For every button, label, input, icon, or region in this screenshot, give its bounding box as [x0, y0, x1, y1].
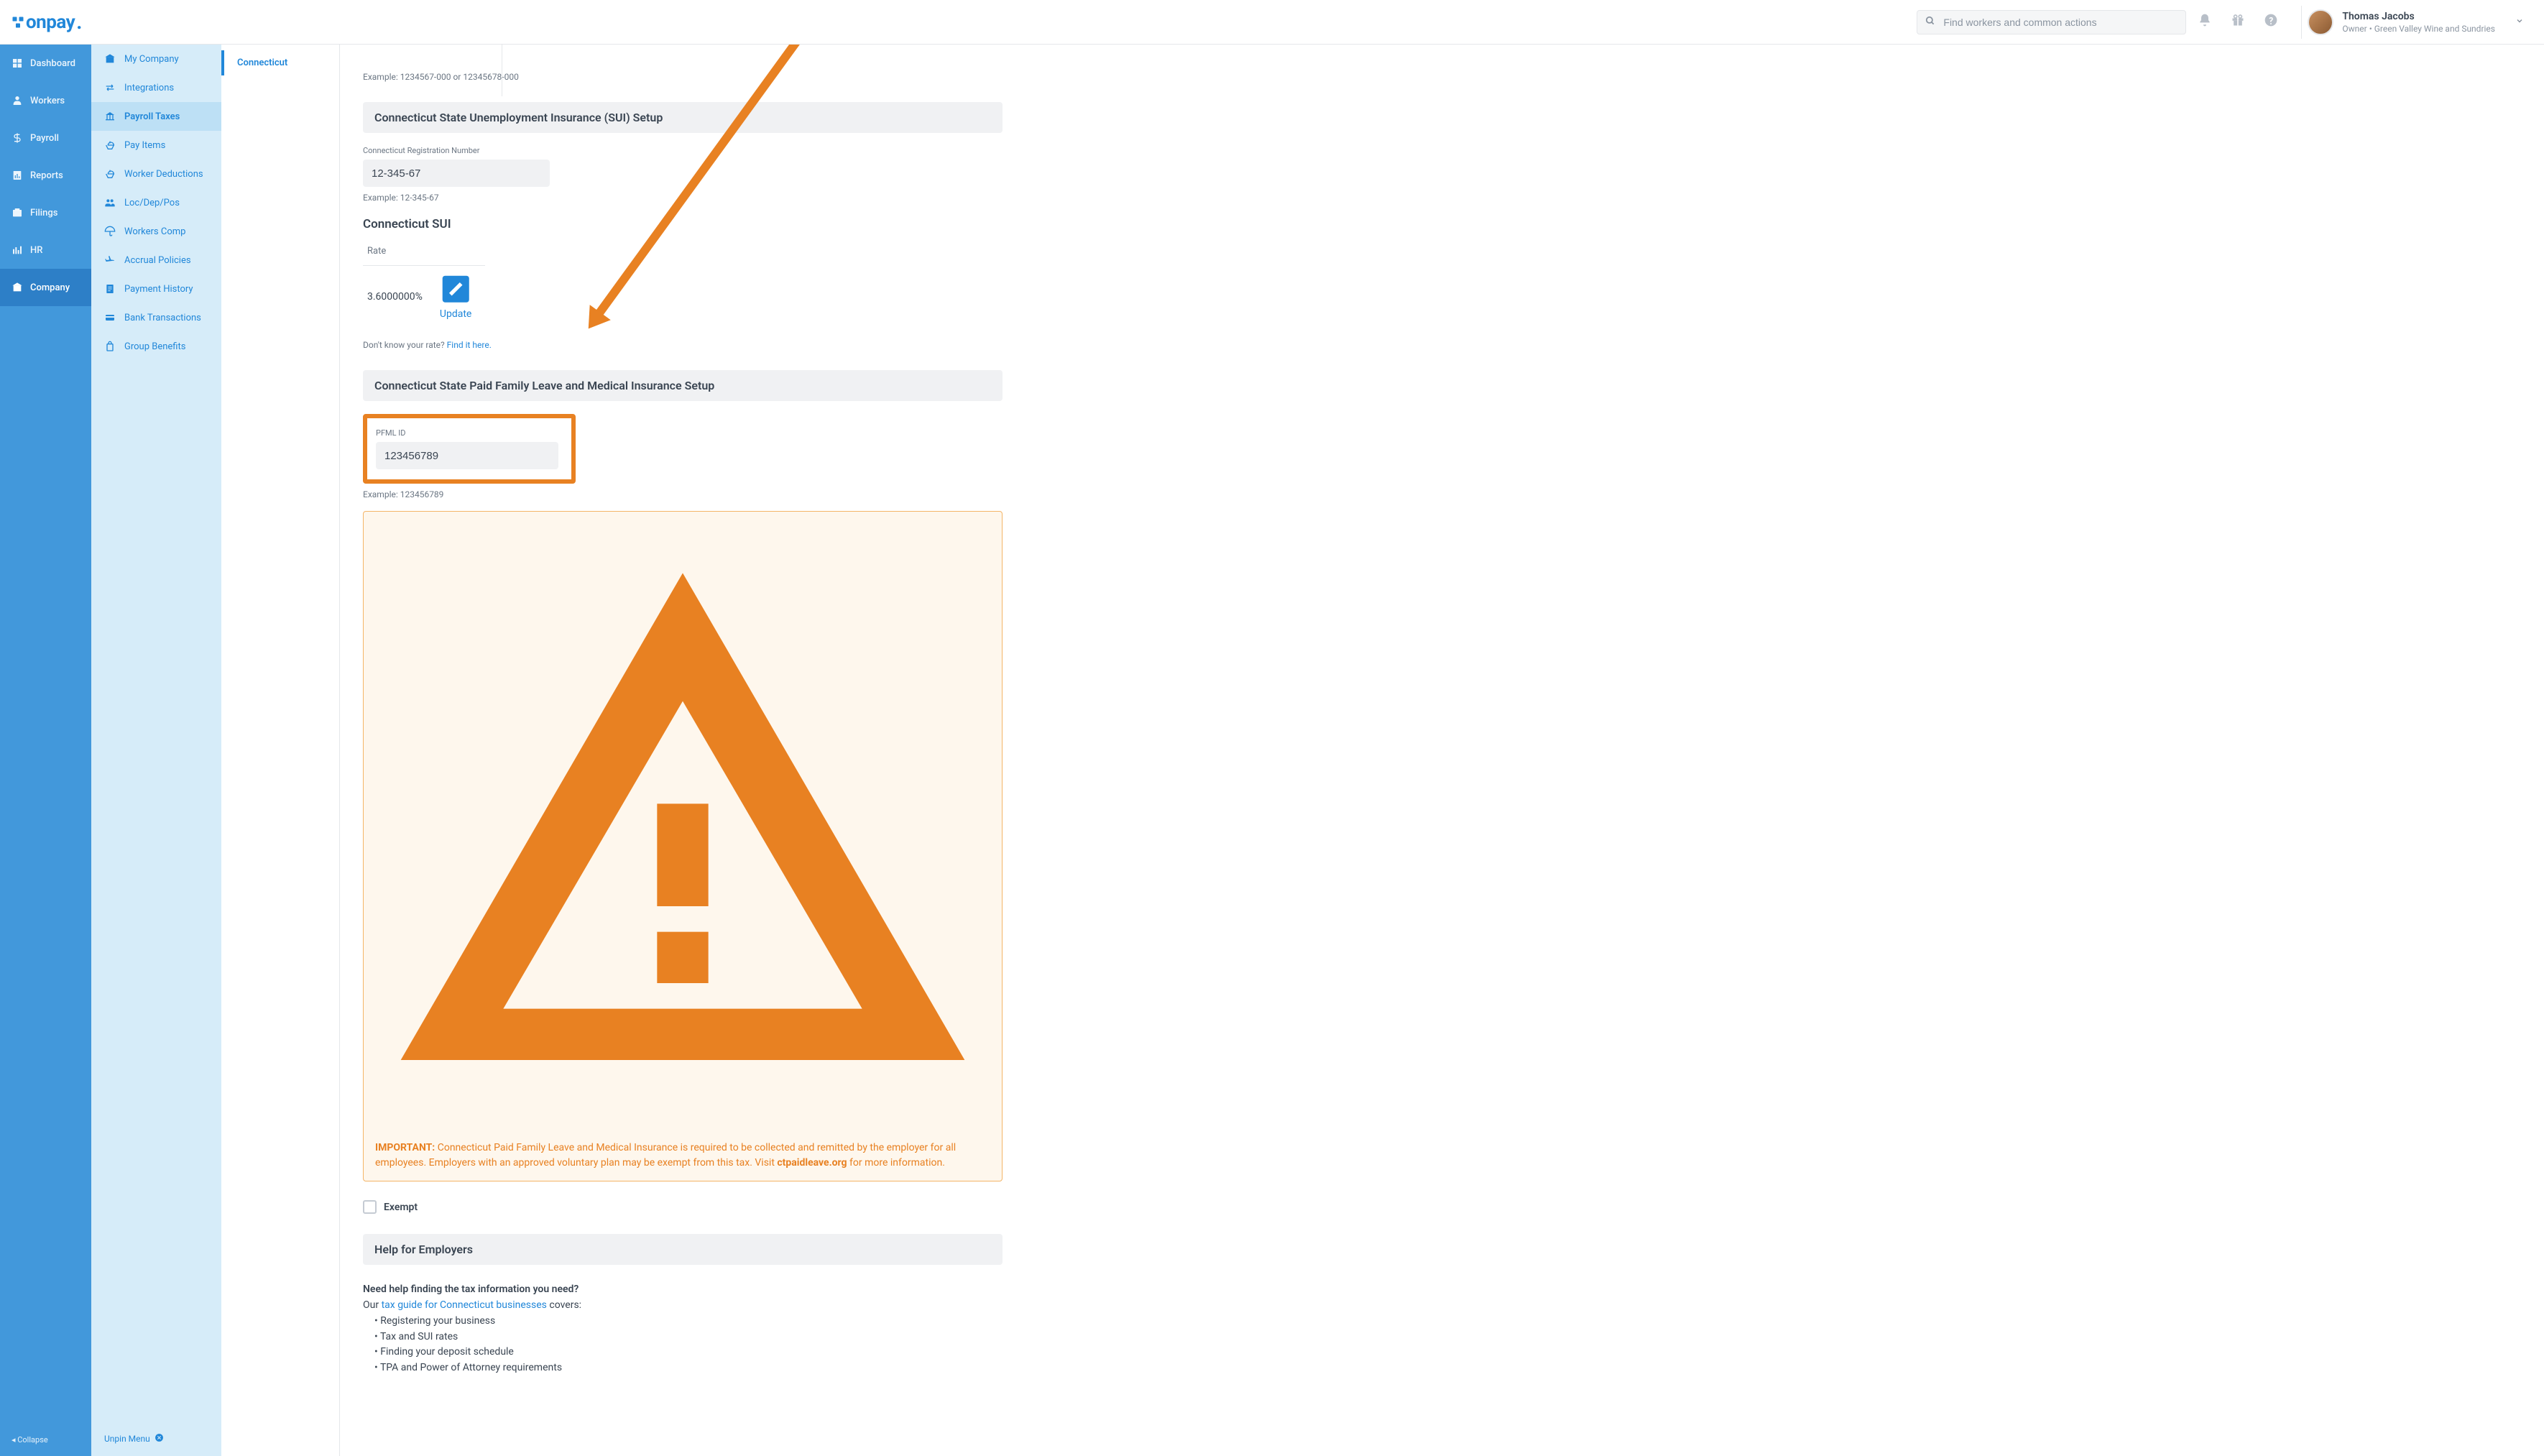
hr-icon [11, 244, 23, 256]
store-icon [104, 53, 116, 65]
deductions-icon [104, 168, 116, 180]
user-role: Owner • Green Valley Wine and Sundries [2342, 24, 2495, 34]
plane-icon [104, 254, 116, 266]
update-rate-link[interactable]: Update [440, 273, 471, 320]
list-item: Registering your business [374, 1314, 1003, 1330]
payroll-icon [11, 132, 23, 144]
search-input[interactable] [1917, 10, 2186, 34]
gift-icon[interactable] [2231, 13, 2245, 31]
tertiary-connecticut[interactable]: Connecticut [221, 50, 339, 75]
logo-text: onpay [26, 11, 75, 33]
logo-icon [11, 16, 24, 29]
nav-workers[interactable]: Workers [0, 82, 91, 119]
exempt-label: Exempt [384, 1202, 418, 1213]
help-body: Need help finding the tax information yo… [363, 1282, 1003, 1376]
important-alert: IMPORTANT: Connecticut Paid Family Leave… [363, 511, 1003, 1181]
exempt-row: Exempt [363, 1200, 1003, 1214]
pfml-id-input[interactable] [376, 442, 558, 469]
edit-icon [440, 273, 471, 307]
primary-sidebar: Dashboard Workers Payroll Reports Filing… [0, 45, 91, 1456]
search-box [1917, 10, 2186, 34]
reg-number-input[interactable] [363, 160, 550, 187]
sub-integrations[interactable]: Integrations [91, 73, 221, 102]
tertiary-panel: Connecticut [221, 45, 340, 1456]
example-text: Example: 1234567-000 or 12345678-000 [363, 72, 1003, 82]
reg-example: Example: 12-345-67 [363, 193, 1003, 203]
nav-filings[interactable]: Filings [0, 194, 91, 231]
benefits-icon [104, 341, 116, 352]
sub-my-company[interactable]: My Company [91, 45, 221, 73]
main-content: Example: 1234567-000 or 12345678-000 Con… [340, 45, 2544, 1456]
pfml-example: Example: 123456789 [363, 489, 1003, 499]
header-icons [2198, 13, 2278, 31]
nav-hr[interactable]: HR [0, 231, 91, 269]
list-item: TPA and Power of Attorney requirements [374, 1360, 1003, 1376]
tax-guide-link[interactable]: tax guide for Connecticut businesses [382, 1299, 547, 1311]
people-icon [104, 197, 116, 208]
rate-value: 3.6000000% [367, 291, 423, 303]
list-item: Tax and SUI rates [374, 1330, 1003, 1345]
nav-payroll[interactable]: Payroll [0, 119, 91, 157]
app-header: onpay. Thomas Jacobs Owner • Green Valle… [0, 0, 2544, 45]
dashboard-icon [11, 57, 23, 69]
user-menu[interactable]: Thomas Jacobs Owner • Green Valley Wine … [2308, 9, 2533, 35]
history-icon [104, 283, 116, 295]
help-section-header: Help for Employers [363, 1234, 1003, 1265]
reg-number-label: Connecticut Registration Number [363, 146, 1003, 155]
integrations-icon [104, 82, 116, 93]
sub-payroll-taxes[interactable]: Payroll Taxes [91, 102, 221, 131]
sui-title: Connecticut SUI [363, 217, 1003, 231]
sub-group-benefits[interactable]: Group Benefits [91, 332, 221, 361]
sub-workers-comp[interactable]: Workers Comp [91, 217, 221, 246]
nav-company[interactable]: Company [0, 269, 91, 306]
secondary-sidebar: My Company Integrations Payroll Taxes Pa… [91, 45, 221, 1456]
exempt-checkbox[interactable] [363, 1200, 377, 1214]
chevron-down-icon [2515, 17, 2524, 27]
rate-help-text: Don't know your rate? Find it here. [363, 340, 1003, 350]
workers-icon [11, 95, 23, 106]
sub-worker-deductions[interactable]: Worker Deductions [91, 160, 221, 188]
sub-pay-items[interactable]: Pay Items [91, 131, 221, 160]
rate-table: Rate [363, 240, 485, 266]
rate-header: Rate [363, 240, 485, 262]
collapse-button[interactable]: ◂ Collapse [0, 1424, 91, 1456]
ctpaidleave-link[interactable]: ctpaidleave.org [777, 1157, 847, 1169]
sub-loc-dep-pos[interactable]: Loc/Dep/Pos [91, 188, 221, 217]
find-rate-link[interactable]: Find it here. [447, 340, 492, 350]
transactions-icon [104, 312, 116, 323]
help-bullet-list: Registering your business Tax and SUI ra… [374, 1314, 1003, 1376]
reports-icon [11, 170, 23, 181]
logo[interactable]: onpay. [11, 10, 82, 34]
bell-icon[interactable] [2198, 13, 2212, 31]
company-icon [11, 282, 23, 293]
list-item: Finding your deposit schedule [374, 1345, 1003, 1360]
bank-icon [104, 111, 116, 122]
user-name: Thomas Jacobs [2342, 11, 2495, 22]
sub-payment-history[interactable]: Payment History [91, 275, 221, 303]
avatar [2308, 9, 2333, 35]
pfml-highlight-box: PFML ID [363, 414, 576, 484]
nav-dashboard[interactable]: Dashboard [0, 45, 91, 82]
unpin-button[interactable]: Unpin Menu [91, 1422, 221, 1456]
sui-section-header: Connecticut State Unemployment Insurance… [363, 102, 1003, 133]
sub-accrual-policies[interactable]: Accrual Policies [91, 246, 221, 275]
rate-row: 3.6000000% Update [363, 266, 1003, 330]
search-icon [1925, 16, 1935, 29]
pfml-id-label: PFML ID [376, 428, 563, 438]
filings-icon [11, 207, 23, 218]
pay-items-icon [104, 139, 116, 151]
help-icon[interactable] [2264, 13, 2278, 31]
warning-icon [375, 1127, 990, 1138]
close-circle-icon [155, 1433, 164, 1445]
pfml-section-header: Connecticut State Paid Family Leave and … [363, 370, 1003, 401]
sub-bank-transactions[interactable]: Bank Transactions [91, 303, 221, 332]
nav-reports[interactable]: Reports [0, 157, 91, 194]
umbrella-icon [104, 226, 116, 237]
